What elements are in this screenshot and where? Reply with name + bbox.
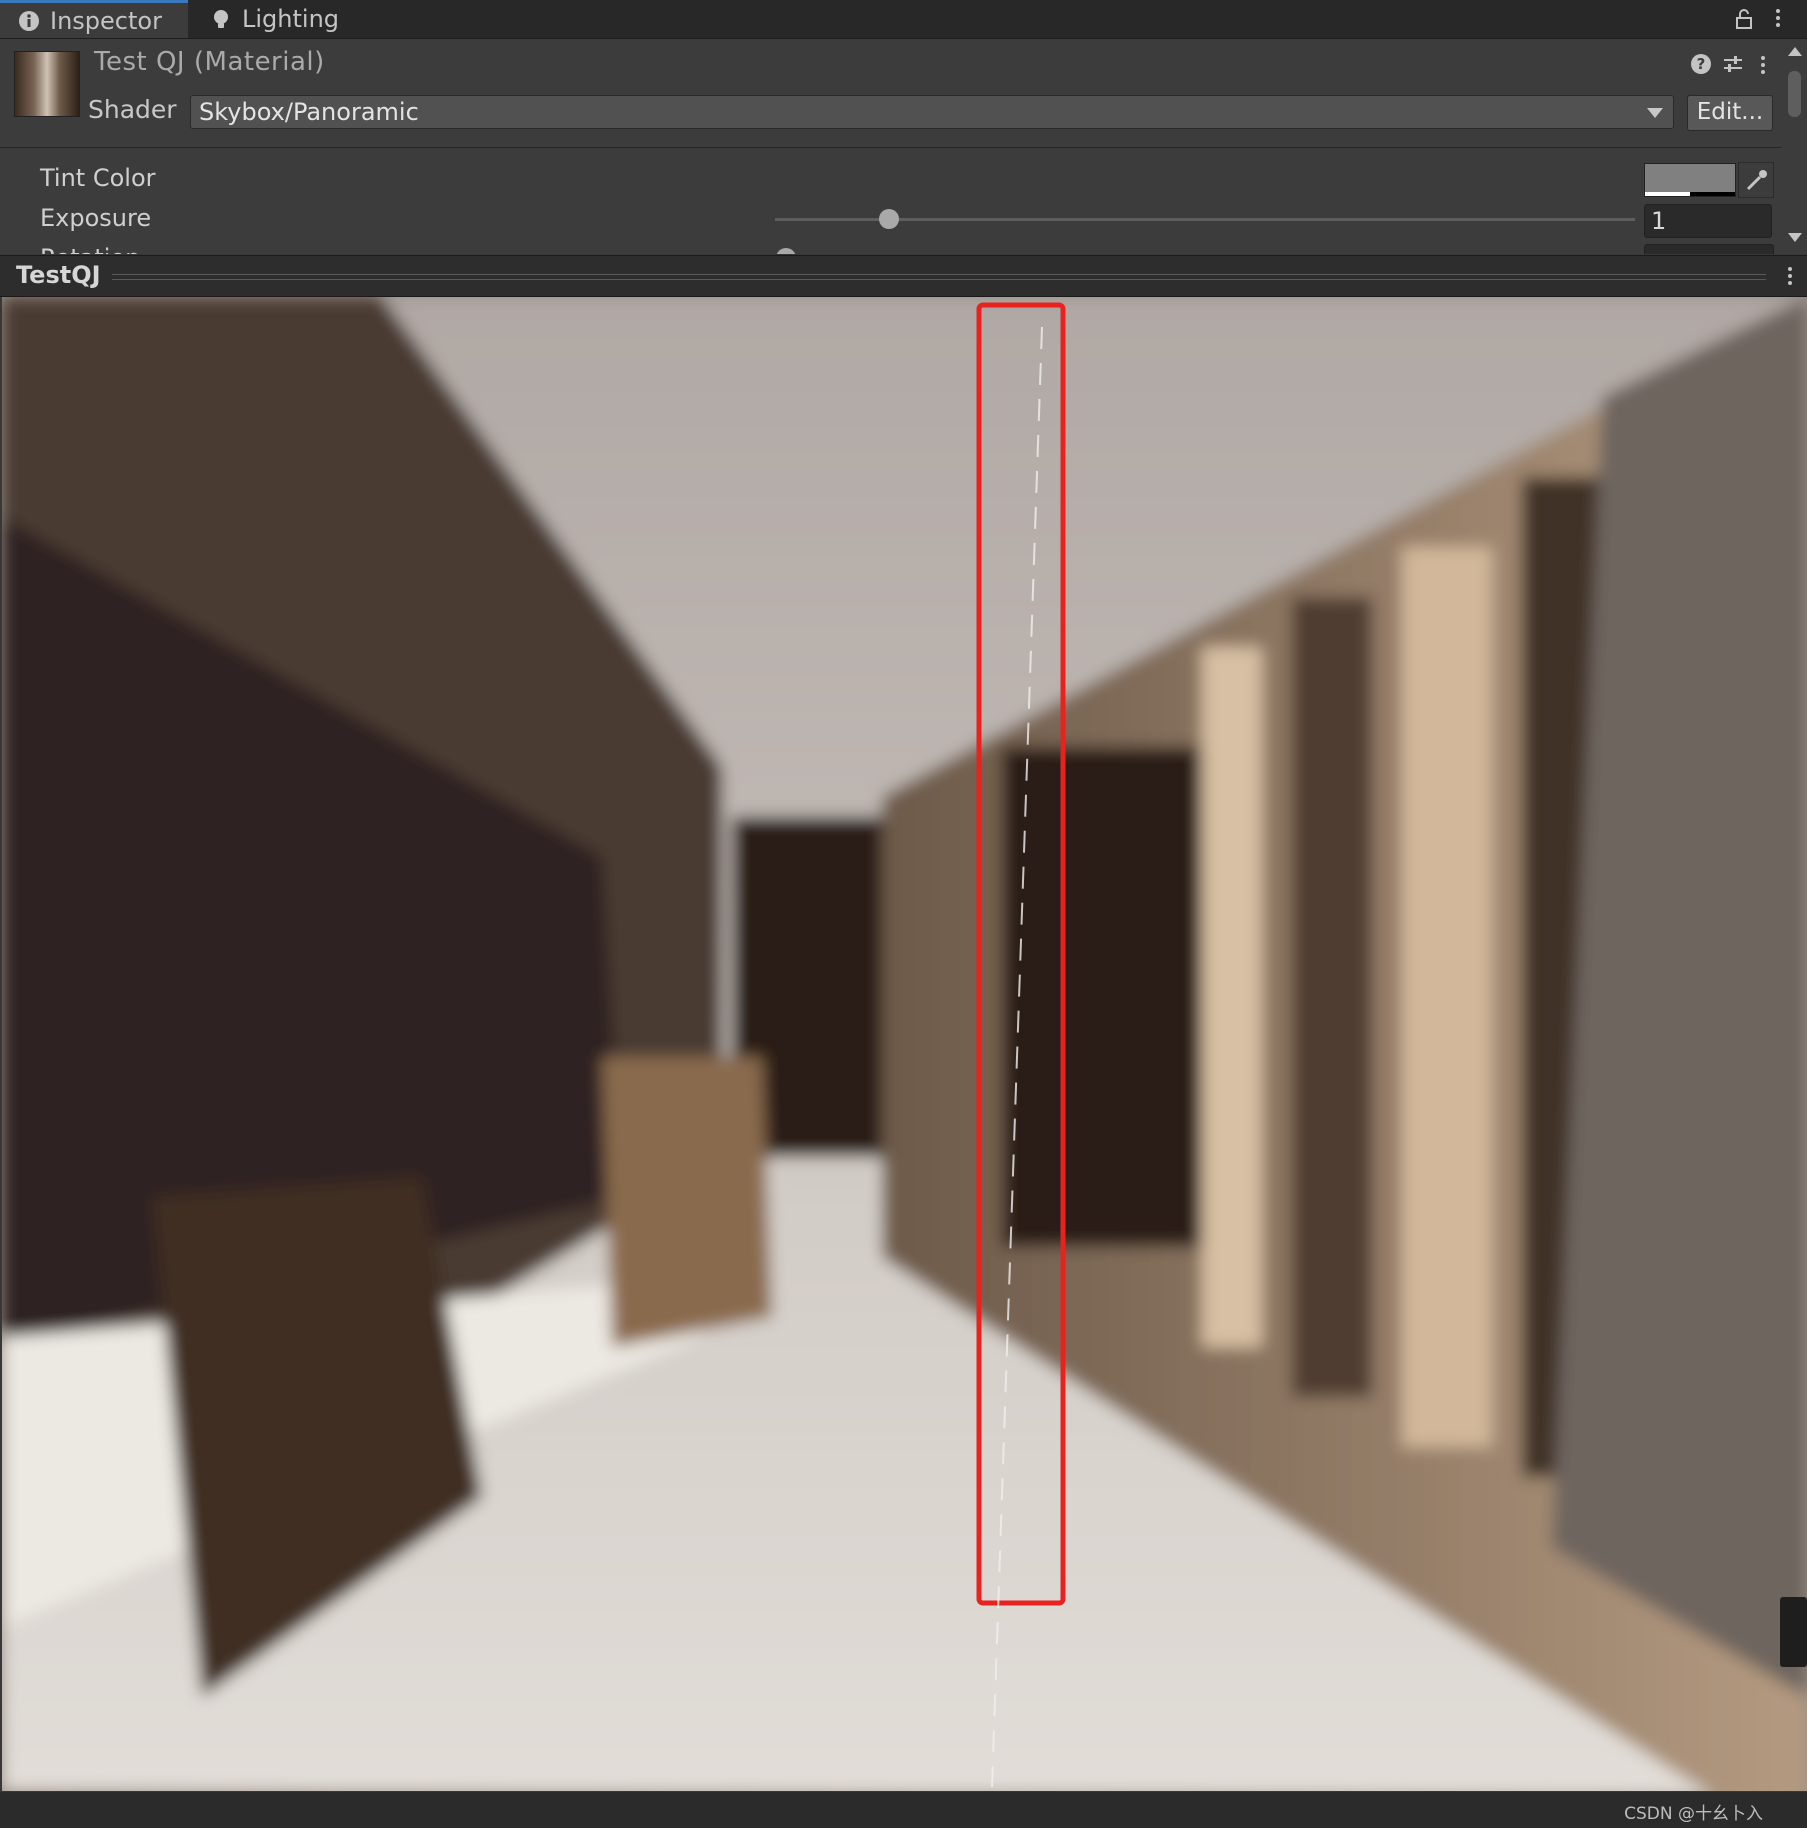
chevron-down-icon: [1647, 108, 1663, 118]
tint-color-label: Tint Color: [40, 164, 156, 192]
material-title: Test QJ (Material): [94, 47, 325, 77]
material-properties: Tint Color Exposure 1 Rotation: [0, 148, 1782, 254]
tab-lighting[interactable]: Lighting: [192, 0, 392, 38]
drag-handle-line: [112, 274, 1766, 275]
preview-header[interactable]: TestQJ: [0, 255, 1807, 297]
tint-alpha-bar-rest: [1690, 192, 1735, 196]
tab-bar: Inspector Lighting: [0, 0, 1807, 39]
info-icon: [18, 10, 40, 32]
exposure-label: Exposure: [40, 204, 152, 232]
preview-scene: [2, 297, 1807, 1791]
help-icon[interactable]: ?: [1690, 53, 1712, 79]
lightbulb-icon: [210, 8, 232, 30]
material-thumbnail: [14, 51, 80, 117]
exposure-slider-track[interactable]: [775, 218, 1635, 221]
status-bar: CSDN @十幺卜入: [0, 1792, 1807, 1828]
skybox-preview[interactable]: [2, 297, 1807, 1791]
scrollbar-thumb[interactable]: [1788, 71, 1801, 117]
preview-title: TestQJ: [16, 261, 101, 289]
rotation-label: Rotation: [40, 244, 140, 254]
scroll-down-icon[interactable]: [1788, 233, 1802, 242]
inspector-scrollbar[interactable]: [1782, 39, 1807, 254]
shader-dropdown[interactable]: Skybox/Panoramic: [190, 95, 1674, 129]
scroll-up-icon[interactable]: [1788, 47, 1802, 56]
tab-lighting-label: Lighting: [242, 5, 340, 33]
exposure-slider-handle[interactable]: [879, 209, 899, 229]
shader-value: Skybox/Panoramic: [199, 98, 419, 126]
resize-handle[interactable]: [1780, 1597, 1807, 1667]
rotation-slider-handle[interactable]: [776, 248, 796, 254]
tab-inspector[interactable]: Inspector: [0, 0, 188, 38]
tab-inspector-label: Inspector: [50, 6, 162, 35]
material-header: Test QJ (Material) ? Shader Skybox/Panor…: [0, 39, 1782, 148]
shader-label: Shader: [88, 95, 177, 124]
edit-shader-button[interactable]: Edit...: [1687, 95, 1773, 131]
tint-alpha-bar: [1645, 192, 1690, 196]
exposure-input[interactable]: 1: [1644, 204, 1772, 238]
preview-menu-icon[interactable]: [1788, 264, 1792, 288]
preset-sliders-icon[interactable]: [1722, 53, 1744, 79]
tint-color-field[interactable]: [1644, 163, 1736, 197]
tab-menu-icon[interactable]: [1776, 6, 1780, 30]
svg-text:?: ?: [1697, 55, 1706, 73]
lock-icon[interactable]: [1734, 8, 1754, 30]
watermark-text: CSDN @十幺卜入: [1624, 1804, 1763, 1824]
component-menu-icon[interactable]: [1761, 53, 1765, 77]
rotation-input[interactable]: [1644, 244, 1774, 254]
drag-handle-line: [112, 279, 1766, 280]
eyedropper-icon[interactable]: [1738, 162, 1774, 198]
